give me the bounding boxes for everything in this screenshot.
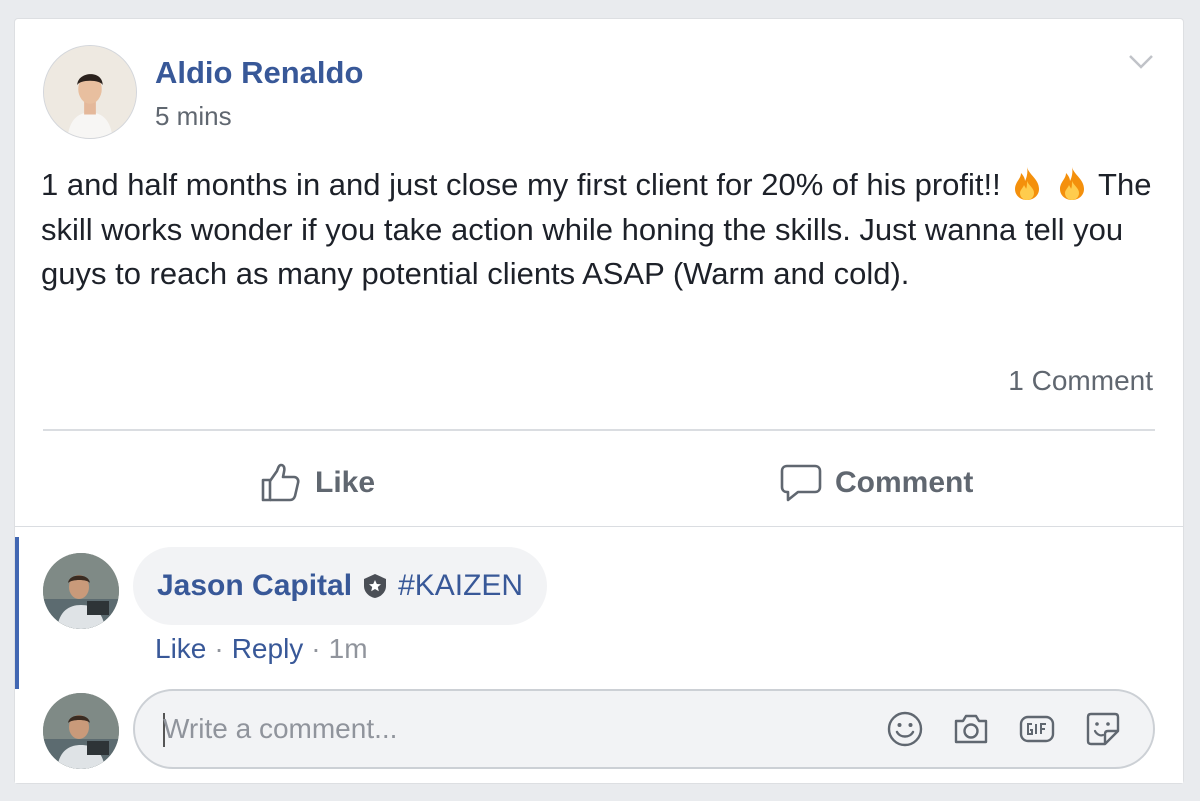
comment-reply-link[interactable]: Reply	[232, 633, 304, 665]
like-button-label: Like	[315, 466, 376, 499]
comment-input[interactable]	[163, 691, 843, 767]
comments-section: Jason Capital #KAIZEN Like · Reply · 1m	[15, 526, 1183, 783]
comment-button-label: Comment	[835, 466, 974, 499]
post-timestamp[interactable]: 5 mins	[155, 101, 232, 132]
commenter-avatar[interactable]	[43, 553, 119, 629]
current-user-avatar[interactable]	[43, 693, 119, 769]
gif-icon[interactable]	[1017, 709, 1057, 749]
emoji-icon[interactable]	[885, 709, 925, 749]
thumbs-up-icon	[261, 463, 300, 502]
composer-icons	[885, 709, 1123, 749]
post-card: Aldio Renaldo 5 mins 1 and half months i…	[14, 18, 1184, 784]
post-text-line1: 1 and half months in and just close my f…	[41, 167, 1001, 202]
comment-count-link[interactable]: 1 Comment	[1008, 365, 1153, 397]
like-button[interactable]: Like	[259, 453, 375, 513]
comment-hashtag[interactable]: #KAIZEN	[398, 569, 523, 603]
chevron-down-icon[interactable]	[1127, 51, 1155, 73]
post-body: 1 and half months in and just close my f…	[41, 163, 1161, 297]
camera-icon[interactable]	[951, 709, 991, 749]
comment-button[interactable]: Comment	[779, 453, 973, 513]
separator: ·	[311, 633, 321, 664]
comment-bubble: Jason Capital #KAIZEN	[133, 547, 548, 625]
author-avatar[interactable]	[43, 45, 137, 139]
sticker-icon[interactable]	[1083, 709, 1123, 749]
comment-like-link[interactable]: Like	[155, 633, 206, 665]
comment-time[interactable]: 1m	[329, 633, 368, 665]
badge-icon	[364, 574, 387, 598]
comment-author-name[interactable]: Jason Capital	[157, 569, 352, 603]
thread-indicator	[15, 537, 19, 689]
comment-composer[interactable]	[133, 689, 1155, 769]
comment-actions: Like · Reply · 1m	[155, 633, 368, 665]
fire-emoji-icon	[1059, 167, 1084, 200]
separator: ·	[214, 633, 224, 664]
post-author-name[interactable]: Aldio Renaldo	[155, 55, 363, 91]
speech-bubble-icon	[780, 464, 822, 502]
fire-emoji-icon	[1015, 167, 1040, 200]
divider	[43, 429, 1155, 431]
